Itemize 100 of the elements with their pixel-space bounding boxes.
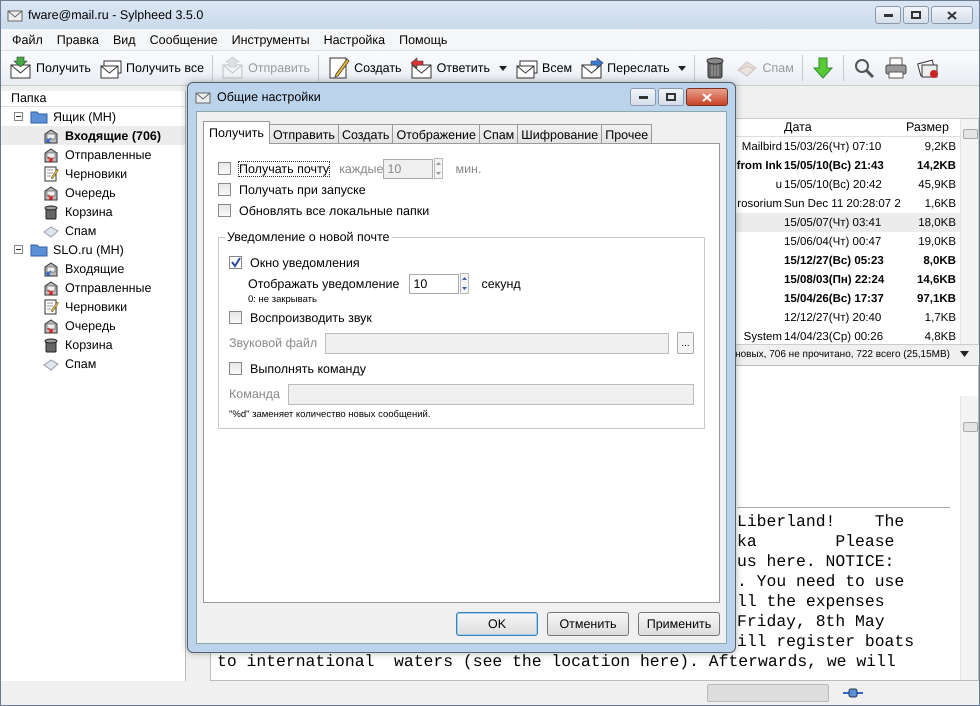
folder-item[interactable]: Черновики (1, 297, 185, 316)
queue-icon (43, 318, 59, 334)
folder-item[interactable]: Корзина (1, 335, 185, 354)
caret-icon[interactable] (960, 351, 969, 357)
unit-label: мин. (455, 162, 482, 176)
maximize-button[interactable] (903, 6, 929, 24)
caret-icon (678, 66, 686, 70)
table-cell: 14,6KB (917, 274, 956, 286)
checkbox[interactable] (229, 362, 242, 375)
close-button[interactable] (686, 88, 728, 106)
app-icon (7, 8, 23, 22)
trash-can-icon (43, 336, 59, 352)
folder-item[interactable]: Входящие (706) (1, 126, 185, 145)
menu-item[interactable]: Правка (50, 32, 106, 46)
tab[interactable]: Отображение (392, 124, 480, 144)
column-header[interactable]: Размер (906, 119, 960, 136)
tab[interactable]: Прочее (601, 124, 652, 144)
menu-item[interactable]: Настройка (316, 32, 392, 46)
inbox-icon (43, 128, 59, 144)
table-cell: 8,0KB (923, 254, 956, 266)
envelope-arrow-icon (410, 56, 434, 80)
close-button[interactable] (931, 6, 973, 24)
spin-arrows-icon[interactable] (460, 273, 470, 294)
checkbox-label[interactable]: Обновлять все локальные папки (239, 204, 430, 218)
checkbox[interactable] (218, 204, 231, 217)
menu-item[interactable]: Помощь (392, 32, 454, 46)
checkbox-label[interactable]: Окно уведомления (250, 256, 360, 270)
spin-arrows-icon[interactable] (434, 158, 444, 179)
envelope-icon (221, 56, 246, 80)
tab[interactable]: Отправить (268, 124, 339, 144)
tab[interactable]: Получить (203, 121, 270, 144)
folder-item[interactable]: Черновики (1, 164, 185, 183)
maximize-button[interactable] (658, 88, 684, 106)
group-title: Уведомление о новой почте (225, 230, 392, 244)
minimize-button[interactable] (630, 88, 656, 106)
dialog-button[interactable]: Применить (638, 612, 720, 636)
folder-item[interactable]: Спам (1, 221, 185, 240)
field-label: каждые (339, 162, 384, 176)
toolbar-button[interactable]: Получить (5, 53, 95, 83)
folder-status-text: новых, 706 не прочитано, 722 всего (25,15MB) (735, 348, 950, 360)
toolbar-button[interactable]: Ответить (406, 53, 512, 83)
checkbox-label[interactable]: Выполнять команду (250, 362, 366, 376)
dialog-button[interactable]: OK (456, 612, 538, 636)
checkbox[interactable] (229, 311, 242, 324)
folder-item[interactable]: Отправленные (1, 278, 185, 297)
tree-item[interactable]: SLO.ru (MH) (1, 240, 185, 259)
table-cell: 14,2KB (917, 160, 956, 172)
table-cell: System (744, 330, 782, 342)
folder-item[interactable]: Отправленные (1, 145, 185, 164)
envelope-arrow-icon (580, 56, 604, 80)
column-header[interactable]: Папка (1, 91, 185, 107)
table-cell: Sun Dec 11 20:28:07 2 (784, 198, 901, 210)
table-cell: 15/06/04(Чт) 00:47 (784, 236, 882, 248)
toolbar-button[interactable]: Получить все (94, 53, 208, 83)
column-header[interactable]: Дата (784, 119, 906, 136)
table-cell: u (776, 178, 782, 190)
notepad-icon (43, 298, 59, 314)
table-cell: from Ink (736, 160, 782, 172)
field-label: Отображать уведомление (248, 276, 400, 290)
body-text-line: Friday, 8th May (737, 612, 886, 632)
folder-item[interactable]: Корзина (1, 202, 185, 221)
folder-item[interactable]: Спам (1, 354, 185, 373)
folder-item[interactable]: Входящие (1, 259, 185, 278)
checkbox-label[interactable]: Воспроизводить звук (250, 310, 372, 324)
scrollbar[interactable] (960, 119, 978, 344)
checkbox[interactable] (229, 256, 242, 269)
body-text-line: Liberland! The (737, 512, 906, 532)
minimize-icon (884, 13, 892, 17)
maximize-icon (911, 11, 921, 19)
scrollbar[interactable] (960, 396, 978, 680)
spin-field[interactable]: 10 (409, 274, 460, 294)
table-cell: 45,9KB (918, 178, 956, 190)
menu-item[interactable]: Файл (5, 32, 50, 46)
maximize-icon (666, 93, 676, 101)
tree-item[interactable]: Ящик (MH) (1, 107, 185, 126)
folder-icon (30, 242, 48, 256)
down-arrow-icon (810, 56, 835, 80)
notepad-icon (43, 166, 59, 182)
tab[interactable]: Спам (478, 124, 518, 144)
close-icon (947, 10, 957, 20)
tab[interactable]: Шифрование (517, 124, 602, 144)
menu-item[interactable]: Инструменты (224, 32, 317, 46)
checkbox[interactable] (218, 183, 231, 196)
menu-item[interactable]: Вид (106, 32, 143, 46)
body-text-line: to international waters (see the location here). Afterwards, we will (217, 652, 897, 672)
table-cell: 15/05/10(Вс) 20:42 (784, 178, 882, 190)
toolbar-button[interactable]: Переслать (576, 53, 690, 83)
dialog-button[interactable]: Отменить (547, 612, 629, 636)
table-cell: 15/03/26(Чт) 07:10 (784, 140, 882, 152)
checkbox-label[interactable]: Получать при запуске (239, 182, 366, 196)
caret-icon (499, 66, 508, 70)
minimize-button[interactable] (875, 6, 901, 24)
menu-item[interactable]: Сообщение (142, 32, 225, 46)
tab[interactable]: Создать (338, 124, 394, 144)
table-cell: 4,8KB (924, 330, 956, 342)
folder-icon (30, 110, 48, 124)
folder-item[interactable]: Очередь (1, 183, 185, 202)
folder-item[interactable]: Очередь (1, 316, 185, 335)
body-text-line: ill register boats (737, 632, 916, 652)
unit-label: секунд (481, 276, 521, 290)
